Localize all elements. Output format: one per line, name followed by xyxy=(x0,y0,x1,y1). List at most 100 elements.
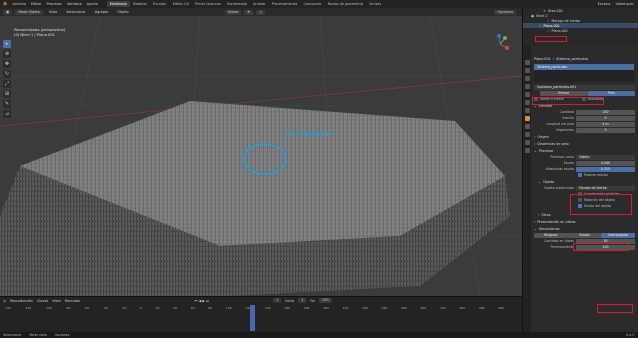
editor-type-button[interactable]: ▣ xyxy=(3,9,13,15)
menu-add[interactable]: Agregar xyxy=(92,10,112,15)
tab-workspace-7[interactable]: Procesamiento xyxy=(269,1,301,7)
segments-label: Segmentos xyxy=(556,128,574,132)
physics-tab-icon[interactable] xyxy=(524,124,530,129)
tick: 360 xyxy=(478,306,485,310)
menu-edit[interactable]: Editar xyxy=(31,2,42,6)
status-bar: Seleccionar Rotar vista Opciones 4.4.3 xyxy=(0,332,638,338)
viewlayer-selector[interactable]: ViewLayer xyxy=(615,2,634,6)
scale-field[interactable]: 0.040 xyxy=(576,160,635,166)
transform-tool-icon[interactable]: ⊞ xyxy=(3,90,11,98)
particle-system-list[interactable] xyxy=(534,70,634,82)
cursor-tool-icon[interactable]: ⊕ xyxy=(3,50,11,58)
mode-dropdown[interactable]: Modo Objeto xyxy=(15,9,43,15)
playhead[interactable] xyxy=(250,305,255,331)
menu-select[interactable]: Seleccionar xyxy=(63,10,89,15)
render-header[interactable]: ⌄ Procesar xyxy=(532,147,638,154)
object-subheader[interactable]: ⌄ Objeto xyxy=(532,178,638,185)
hair-length-field[interactable]: 4 m xyxy=(576,121,635,127)
outliner-label: Área.001 xyxy=(547,8,563,13)
blender-logo-icon[interactable]: ◉ xyxy=(3,1,7,7)
current-frame-field[interactable]: 1 xyxy=(273,298,282,303)
child-none-toggle[interactable]: Ninguno xyxy=(534,232,568,238)
tab-workspace-0[interactable]: Modelado xyxy=(106,1,130,7)
object-tab-icon[interactable] xyxy=(524,100,530,105)
emitter-toggle[interactable]: Emisor xyxy=(540,90,588,96)
menu-file[interactable]: Archivo xyxy=(12,2,25,6)
tab-workspace-10[interactable]: Scripts xyxy=(366,1,384,7)
start-frame-field[interactable]: 1 xyxy=(298,298,307,303)
scene-selector[interactable]: Escena xyxy=(598,2,611,6)
marker-menu[interactable]: Marcador xyxy=(65,299,81,303)
children-mode-row: Ninguno Simple Interpoladas xyxy=(532,232,638,238)
instance-object-field[interactable]: Manojo de hierba xyxy=(576,185,635,191)
end-frame-field[interactable]: 250 xyxy=(319,298,332,303)
scale-rand-label: Aleatorizar escala xyxy=(545,167,575,171)
snap-icon[interactable]: ⊕ xyxy=(244,9,254,15)
material-tab-icon[interactable] xyxy=(524,148,530,153)
proportional-icon[interactable]: ◎ xyxy=(256,9,266,15)
tab-workspace-9[interactable]: Nodos de geometría xyxy=(325,1,367,7)
tab-workspace-8[interactable]: Componer xyxy=(300,1,324,7)
child-simple-toggle[interactable]: Simple xyxy=(567,232,602,238)
scale-rand-field[interactable]: 0.315 xyxy=(576,166,635,172)
play-controls[interactable]: ⏮ ◀ ▶ ⏭ xyxy=(195,299,210,303)
segments-field[interactable]: 5 xyxy=(576,127,635,133)
tick: 320 xyxy=(439,306,446,310)
constraints-tab-icon[interactable] xyxy=(524,132,530,137)
seed-label: Semilla xyxy=(562,116,574,120)
menu-render[interactable]: Procesar xyxy=(46,2,61,6)
tick: 140 xyxy=(264,306,271,310)
menu-window[interactable]: Ventana xyxy=(67,2,82,6)
timeline-view-menu[interactable]: Vista xyxy=(52,299,60,303)
tab-workspace-6[interactable]: Animar xyxy=(250,1,269,7)
source-header[interactable]: › Origen xyxy=(532,133,638,140)
hair-toggle[interactable]: Pelo xyxy=(587,90,635,96)
select-tool-icon[interactable]: ▸ xyxy=(3,40,11,48)
measure-tool-icon[interactable]: ⊿ xyxy=(3,110,11,118)
scale-tool-icon[interactable]: ⤢ xyxy=(3,80,11,88)
child-interpolated-toggle[interactable]: Interpoladas xyxy=(601,232,636,238)
data-tab-icon[interactable] xyxy=(524,140,530,145)
menu-help[interactable]: Ayuda xyxy=(87,2,98,6)
orientation-dropdown[interactable]: Global xyxy=(224,9,242,15)
timeline-editor-icon[interactable]: ◷ xyxy=(3,299,6,303)
children-header[interactable]: ⌄ Secundarias xyxy=(532,225,638,232)
tool-tab-icon[interactable] xyxy=(524,60,530,65)
scene-tab-icon[interactable] xyxy=(524,84,530,89)
menu-view[interactable]: Vista xyxy=(46,10,60,15)
tick: 0 xyxy=(140,306,143,310)
seed-field[interactable]: 0 xyxy=(576,115,635,121)
outliner-row-plane2[interactable]: ▽ Plano.002 xyxy=(523,28,638,33)
tab-workspace-1[interactable]: Modelar xyxy=(130,1,150,7)
properties-editor[interactable]: Plano.001 › Sistema_partículas Sistema_p… xyxy=(522,46,638,332)
world-tab-icon[interactable] xyxy=(524,92,530,97)
rotate-tool-icon[interactable]: ↻ xyxy=(3,70,11,78)
tab-workspace-3[interactable]: Editar UV xyxy=(170,1,192,7)
render-as-dropdown[interactable]: Objeto xyxy=(576,154,635,160)
number-field[interactable]: 200 xyxy=(576,109,635,115)
hair-dynamics-header[interactable]: › Dinámicas de pelo xyxy=(532,140,638,147)
modifier-tab-icon[interactable] xyxy=(524,108,530,113)
annotate-tool-icon[interactable]: ✎ xyxy=(3,100,11,108)
render-tab-icon[interactable] xyxy=(524,68,530,73)
tick: 40 xyxy=(173,306,178,310)
tab-workspace-5[interactable]: Sombreado xyxy=(224,1,250,7)
chevron-down-icon: ⌄ xyxy=(534,148,537,153)
keying-menu[interactable]: Claves xyxy=(37,299,48,303)
start-frame-label: Inicio xyxy=(285,298,295,303)
render-as-label: Procesar como xyxy=(550,155,574,159)
3d-viewport[interactable]: Es diagonal xyxy=(0,16,522,296)
playback-menu[interactable]: Reproducción xyxy=(10,299,33,303)
hair-dynamics-label: Dinámicas de pelo xyxy=(537,141,569,146)
particles-tab-icon[interactable] xyxy=(524,116,530,121)
move-tool-icon[interactable]: ✥ xyxy=(3,60,11,68)
viewport-display-header[interactable]: › Presentación en vistas xyxy=(532,218,638,225)
menu-object[interactable]: Objeto xyxy=(114,10,131,15)
tab-workspace-4[interactable]: Pintar texturas xyxy=(192,1,224,7)
settings-name-field[interactable]: Opciones_partículas.001 xyxy=(534,84,635,90)
tab-workspace-2[interactable]: Esculpir xyxy=(150,1,170,7)
show-emitter-checkbox[interactable] xyxy=(578,173,582,177)
output-tab-icon[interactable] xyxy=(524,76,530,81)
options-dropdown[interactable]: Opciones xyxy=(494,9,516,15)
timeline-editor[interactable]: ◷ Reproducción Claves Vista Marcador ⏮ ◀… xyxy=(0,296,522,332)
